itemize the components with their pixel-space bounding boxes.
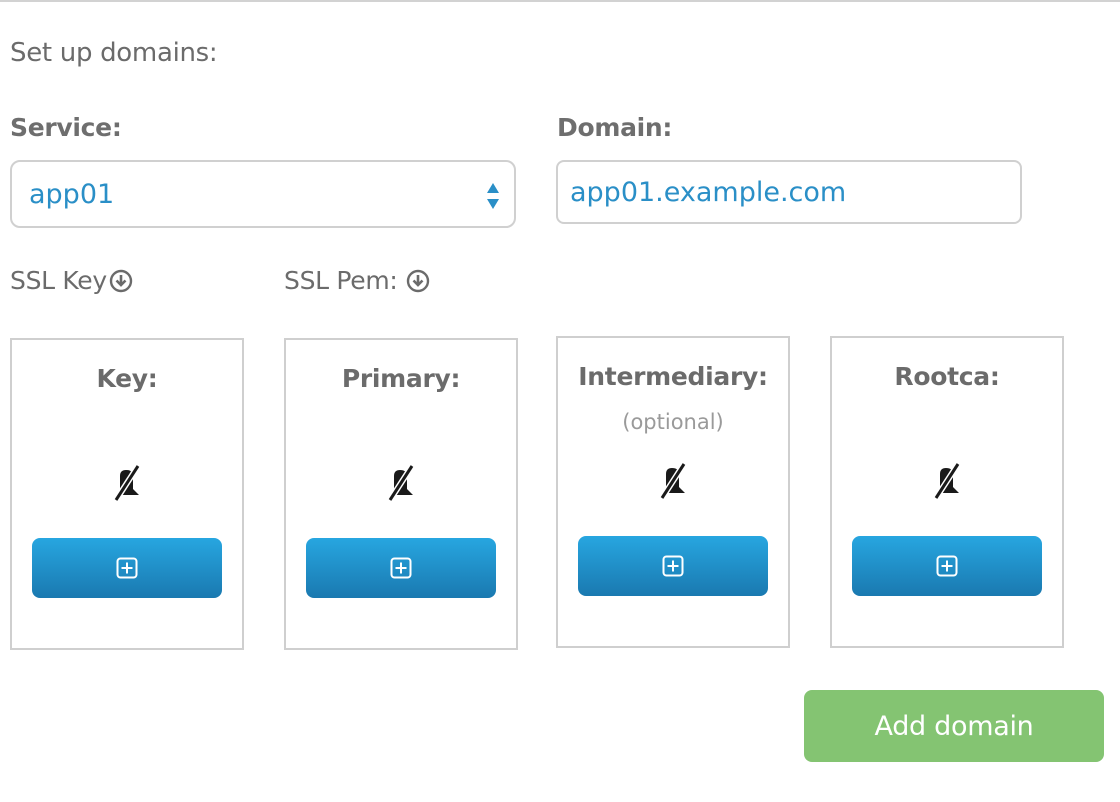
service-select-value: app01: [29, 178, 115, 210]
card-title: Primary:: [341, 364, 461, 393]
card-title: Intermediary:: [578, 362, 768, 391]
no-file-icon: [659, 462, 687, 500]
intermediary-upload-card: Intermediary: (optional): [556, 336, 790, 648]
plus-square-icon: [662, 555, 684, 577]
card-title: Rootca:: [894, 362, 1000, 391]
plus-square-icon: [390, 557, 412, 579]
ssl-key-label: SSL Key: [10, 266, 133, 295]
ssl-key-text: SSL Key: [10, 266, 107, 295]
top-divider: [0, 0, 1120, 2]
add-key-button[interactable]: [32, 538, 222, 598]
plus-square-icon: [116, 557, 138, 579]
add-domain-button[interactable]: Add domain: [804, 690, 1104, 762]
no-file-icon: [113, 464, 141, 502]
add-rootca-button[interactable]: [852, 536, 1042, 596]
domain-input[interactable]: [556, 160, 1022, 224]
plus-square-icon: [936, 555, 958, 577]
download-circle-icon[interactable]: [406, 269, 430, 293]
select-updown-icon: [487, 183, 499, 209]
card-title: Key:: [96, 364, 158, 393]
domain-label: Domain:: [557, 113, 673, 142]
no-file-icon: [933, 462, 961, 500]
service-label: Service:: [10, 113, 122, 142]
card-subtitle: (optional): [622, 410, 724, 434]
download-circle-icon[interactable]: [109, 269, 133, 293]
section-heading: Set up domains:: [10, 38, 218, 68]
ssl-pem-label: SSL Pem:: [284, 266, 430, 295]
primary-upload-card: Primary:: [284, 338, 518, 650]
service-select[interactable]: app01: [10, 160, 516, 228]
no-file-icon: [387, 464, 415, 502]
add-primary-button[interactable]: [306, 538, 496, 598]
add-intermediary-button[interactable]: [578, 536, 768, 596]
ssl-pem-text: SSL Pem:: [284, 266, 398, 295]
rootca-upload-card: Rootca:: [830, 336, 1064, 648]
key-upload-card: Key:: [10, 338, 244, 650]
